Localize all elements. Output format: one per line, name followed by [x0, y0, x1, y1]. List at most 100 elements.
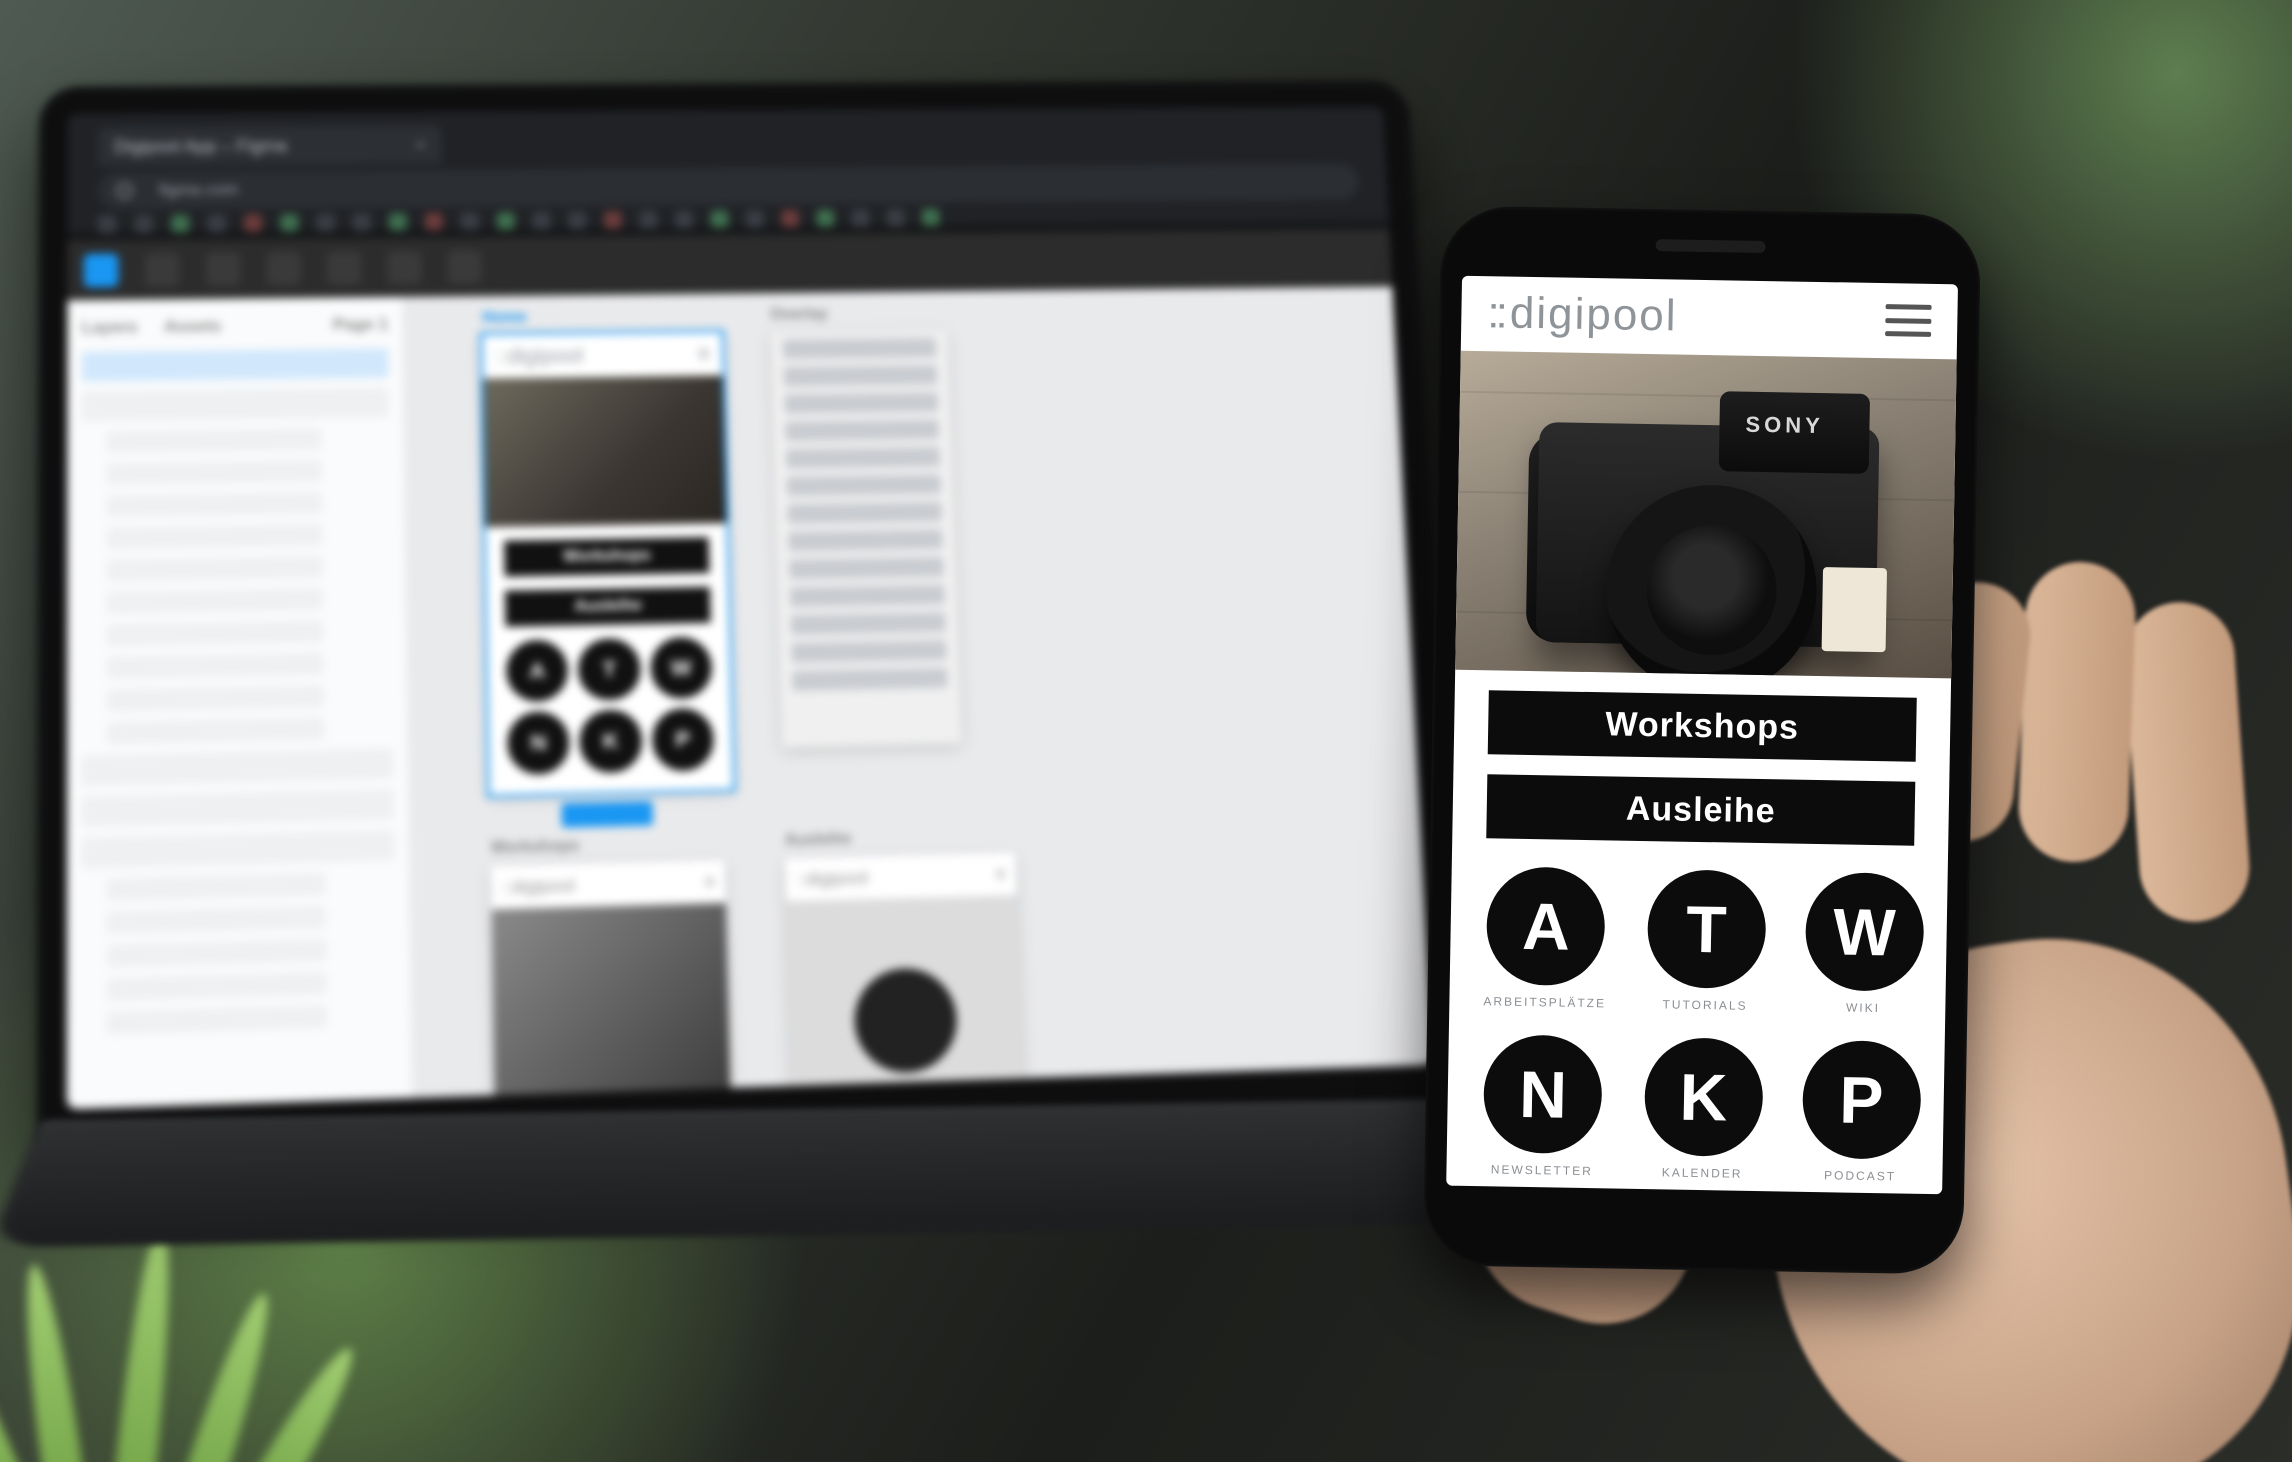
layers-tab[interactable]: Layers	[82, 317, 138, 337]
layer-row[interactable]	[106, 428, 322, 453]
mini-brand: ::digipool	[501, 875, 575, 898]
tile-label: WIKI	[1846, 1001, 1880, 1016]
layer-row[interactable]	[106, 588, 323, 614]
tile-wiki[interactable]: W WIKI	[1804, 872, 1924, 1016]
tile-label: KALENDER	[1662, 1165, 1743, 1180]
layer-row[interactable]	[106, 620, 323, 647]
mini-photo	[786, 895, 1024, 1107]
mini-tile: N	[507, 711, 570, 774]
mini-tile: A	[506, 639, 569, 702]
layer-row[interactable]	[107, 873, 327, 902]
browser-tab[interactable]: Digipool App – Figma ×	[98, 125, 442, 166]
artboard-label: Ausleihe	[784, 830, 851, 850]
app-brand[interactable]: ::digipool	[1487, 288, 1678, 341]
tile-coin: A	[1486, 866, 1606, 986]
photo-scene: Digipool App – Figma × figma.com	[0, 0, 2292, 1462]
laptop: Digipool App – Figma × figma.com	[37, 80, 1463, 1152]
tile-coin: W	[1804, 872, 1924, 992]
artboard-label: Workshops	[491, 837, 580, 858]
layer-row[interactable]	[82, 789, 394, 827]
browser-chrome: Digipool App – Figma × figma.com	[67, 107, 1388, 231]
brand-text: digipool	[1509, 289, 1678, 341]
mini-tile: W	[650, 637, 713, 700]
tile-coin: P	[1801, 1040, 1921, 1160]
close-tab-icon[interactable]: ×	[415, 135, 426, 155]
selection-size-indicator	[561, 801, 653, 828]
layer-row[interactable]	[82, 748, 394, 786]
layer-row[interactable]	[107, 906, 327, 935]
hamburger-menu-icon[interactable]	[1885, 304, 1932, 337]
workshops-button[interactable]: Workshops	[1488, 690, 1917, 761]
smartphone: ::digipool SONY Workshops Ausleihe	[1423, 205, 1981, 1274]
camera-brand-label: SONY	[1745, 411, 1824, 438]
figma-text-tool[interactable]	[327, 251, 362, 285]
phone-speaker	[1656, 239, 1766, 253]
tile-grid: A ARBEITSPLÄTZE TTUTORIALS W WIKI N NEWSLETTER…	[1446, 838, 1948, 1195]
figma-frame-tool[interactable]	[145, 253, 180, 287]
figma-canvas[interactable]: Home ::digipool ≡ Workshops Ausleihe ATW…	[402, 287, 1433, 1098]
tile-tutorials[interactable]: TTUTORIALS	[1646, 869, 1766, 1013]
mini-hero-image	[483, 375, 726, 527]
laptop-screen: Digipool App – Figma × figma.com	[67, 107, 1433, 1109]
url-text: figma.com	[159, 180, 238, 200]
tile-kalender[interactable]: K KALENDER	[1643, 1037, 1763, 1181]
brand-prefix: ::	[1487, 288, 1504, 337]
layer-row[interactable]	[82, 348, 389, 381]
layer-row[interactable]	[106, 492, 322, 518]
hamburger-icon: ≡	[697, 341, 710, 367]
assets-tab[interactable]: Assets	[164, 317, 221, 337]
page-selector[interactable]: Page 1	[333, 315, 388, 335]
figma-layers-panel[interactable]: Layers Assets Page 1	[67, 297, 412, 1109]
artboard-ausleihe[interactable]: Ausleihe ::digipool≡	[785, 853, 1027, 1110]
ausleihe-button[interactable]: Ausleihe	[1486, 774, 1915, 845]
mini-ausleihe-button: Ausleihe	[505, 587, 711, 627]
artboard-workshops[interactable]: Workshops ::digipool≡	[491, 860, 733, 1109]
tile-coin: K	[1643, 1037, 1763, 1157]
figma-pen-tool[interactable]	[266, 252, 301, 286]
tile-newsletter[interactable]: N NEWSLETTER	[1480, 1034, 1605, 1178]
figma-comment-tool[interactable]	[447, 250, 481, 284]
figma-move-tool[interactable]	[84, 254, 119, 288]
tile-coin: N	[1483, 1034, 1603, 1154]
figma-hand-tool[interactable]	[387, 251, 422, 285]
bookmarks-bar	[98, 205, 1360, 233]
layer-row[interactable]	[82, 830, 395, 869]
artboard-label: Home	[482, 309, 527, 327]
mini-brand: ::digipool	[495, 343, 583, 370]
layer-row[interactable]	[106, 524, 323, 550]
figma-shape-tool[interactable]	[206, 252, 241, 286]
layer-row[interactable]	[106, 556, 323, 582]
artboard-home[interactable]: Home ::digipool ≡ Workshops Ausleihe ATW…	[483, 333, 733, 795]
phone-screen: ::digipool SONY Workshops Ausleihe	[1446, 276, 1958, 1195]
layer-row[interactable]	[107, 685, 325, 712]
mini-tile: P	[651, 708, 714, 771]
tab-title: Digipool App – Figma	[114, 135, 287, 157]
hamburger-icon: ≡	[995, 863, 1006, 884]
tile-label: PODCAST	[1824, 1168, 1896, 1183]
mini-tile: T	[578, 638, 641, 701]
laptop-keyboard-base	[0, 1099, 1526, 1248]
layer-row[interactable]	[107, 972, 328, 1001]
layer-row[interactable]	[107, 717, 325, 744]
app-header: ::digipool	[1461, 276, 1958, 359]
layer-row[interactable]	[107, 939, 327, 968]
mini-photo	[492, 903, 731, 1109]
tile-arbeitsplätze[interactable]: A ARBEITSPLÄTZE	[1483, 866, 1608, 1010]
tile-podcast[interactable]: P PODCAST	[1801, 1040, 1921, 1184]
figma-app: Layers Assets Page 1 Home ::digipool ≡	[67, 230, 1433, 1110]
layer-row[interactable]	[106, 460, 322, 485]
mini-tile: K	[579, 710, 642, 773]
tile-coin: T	[1646, 869, 1766, 989]
hamburger-icon: ≡	[704, 871, 715, 893]
layer-row[interactable]	[106, 652, 324, 679]
artboard-label: Overlay	[770, 306, 828, 324]
layer-row[interactable]	[82, 388, 390, 422]
url-bar[interactable]: figma.com	[98, 164, 1359, 210]
hero-image: SONY	[1455, 350, 1957, 678]
layer-row[interactable]	[107, 1005, 328, 1035]
camera-inventory-tag	[1822, 567, 1887, 652]
tile-label: ARBEITSPLÄTZE	[1483, 994, 1606, 1010]
artboard-overlay[interactable]: Overlay	[771, 330, 962, 747]
tile-label: NEWSLETTER	[1491, 1162, 1593, 1178]
mini-brand: ::digipool	[795, 867, 868, 890]
